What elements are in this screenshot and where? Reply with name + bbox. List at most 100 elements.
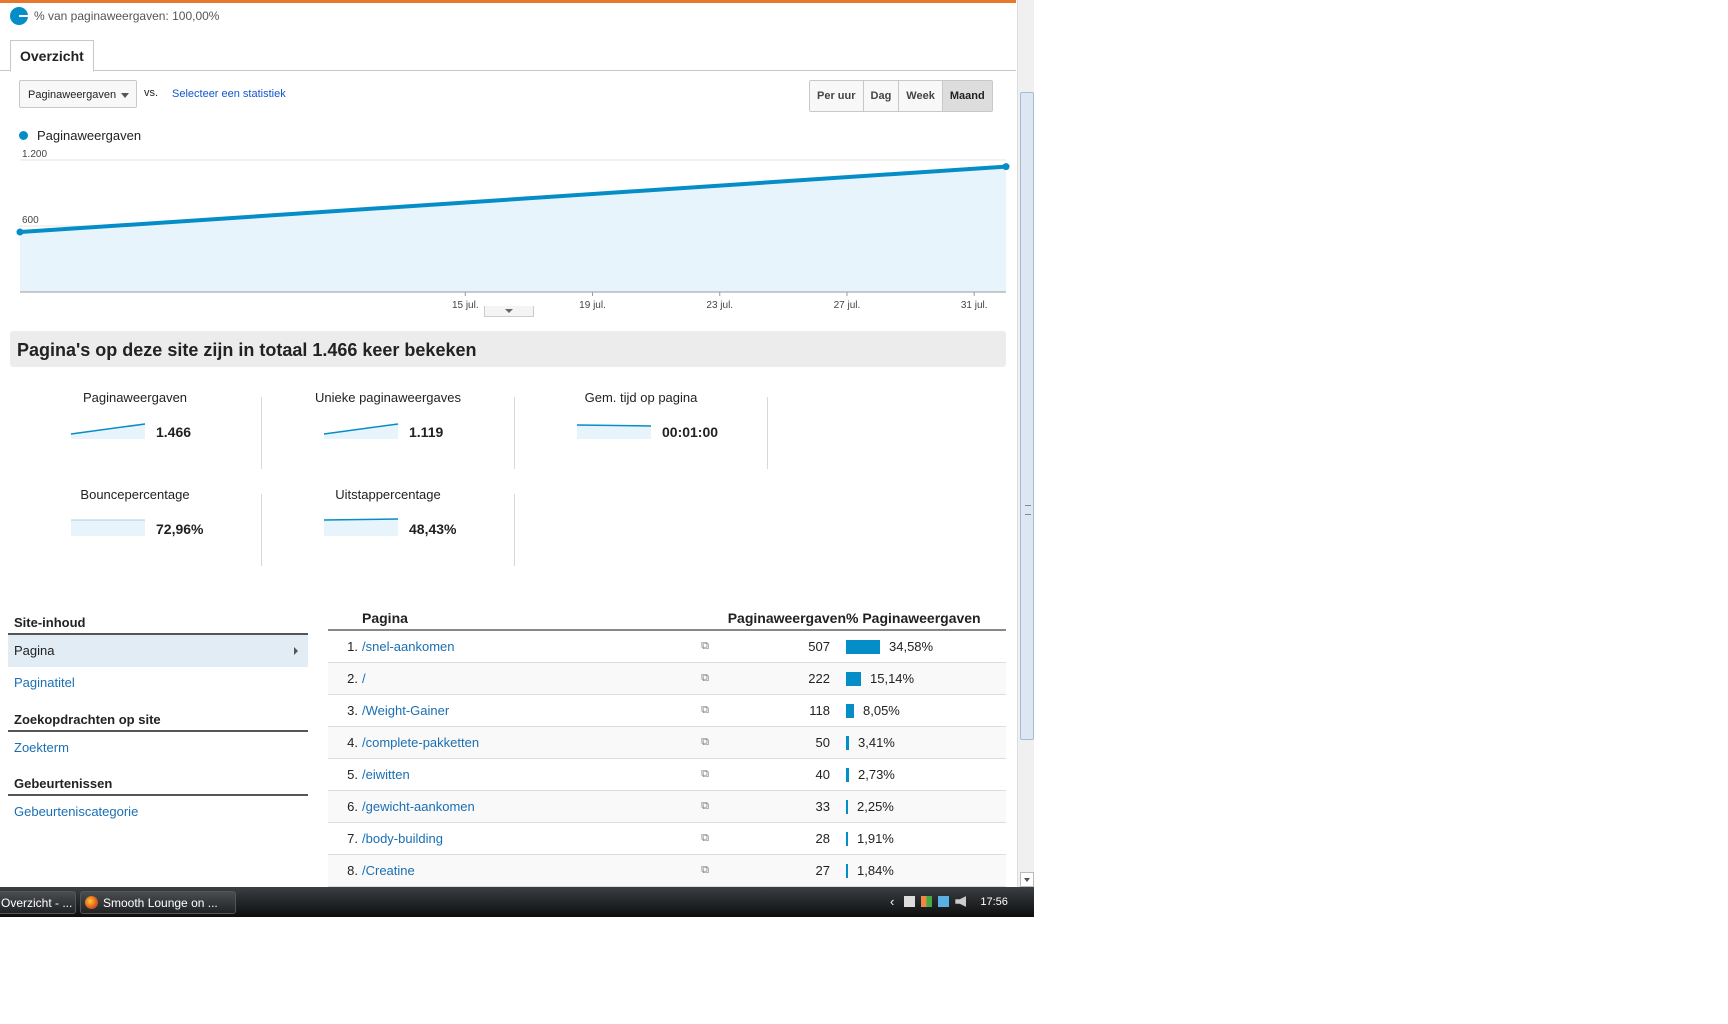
period-maand-button[interactable]: Maand: [941, 81, 992, 111]
row-pct: 1,91%: [857, 830, 894, 846]
period-week-button[interactable]: Week: [898, 81, 942, 111]
system-tray: ‹ 17:56: [890, 894, 1008, 909]
period-dag-button[interactable]: Dag: [862, 81, 899, 111]
row-pct-cell: 2,73%: [846, 758, 1006, 791]
table-row: 7./body-building ⧉ 28 1,91%: [328, 822, 1006, 855]
pct-bar: [846, 864, 848, 879]
row-page-link[interactable]: /body-building: [362, 831, 443, 846]
table-row: 6./gewicht-aankomen ⧉ 33 2,25%: [328, 790, 1006, 823]
row-page-link[interactable]: /eiwitten: [362, 767, 410, 782]
external-link-icon[interactable]: ⧉: [690, 630, 720, 663]
stat-label: Gem. tijd op pagina: [584, 390, 698, 405]
row-pct: 15,14%: [870, 670, 915, 686]
row-pct-cell: 3,41%: [846, 726, 1006, 759]
scrollbar-thumb[interactable]: [1020, 92, 1034, 740]
volume-icon[interactable]: [955, 896, 967, 907]
sidebar-item-paginatitel[interactable]: Paginatitel: [8, 667, 308, 699]
y-tick-label: 1.200: [22, 150, 47, 160]
row-page-link[interactable]: /snel-aankomen: [362, 639, 455, 654]
vs-label: vs.: [144, 87, 159, 99]
row-views: 28: [720, 822, 846, 855]
tray-flag-icon[interactable]: [921, 896, 933, 907]
taskbar-item-overzicht[interactable]: Overzicht - ...: [0, 891, 76, 914]
sidebar-item-pagina[interactable]: Pagina: [8, 635, 308, 667]
row-views: 118: [720, 694, 846, 727]
col-pct-header[interactable]: % Paginaweergaven: [846, 607, 1006, 631]
stat-divider: [261, 494, 262, 566]
row-page-cell: /body-building: [362, 822, 690, 855]
row-rank: 5.: [328, 758, 362, 791]
row-page-link[interactable]: /: [362, 671, 366, 686]
area-fill: [20, 166, 1006, 292]
segment-header: % van paginaweergaven: 100,00%: [10, 6, 219, 26]
row-pct: 3,41%: [858, 734, 895, 750]
metric-select[interactable]: Paginaweergaven: [19, 80, 137, 108]
sidebar-site-inhoud: Site-inhoud Pagina Paginatitel: [8, 613, 308, 699]
external-link-icon[interactable]: ⧉: [690, 854, 720, 887]
stat-divider: [514, 494, 515, 566]
sparkline-flat: [323, 518, 399, 536]
row-pct-cell: 1,91%: [846, 822, 1006, 855]
row-page-link[interactable]: /complete-pakketten: [362, 735, 479, 750]
row-page-cell: /gewicht-aankomen: [362, 790, 690, 823]
external-link-icon[interactable]: ⧉: [690, 758, 720, 791]
taskbar-item-firefox[interactable]: Smooth Lounge on ...: [80, 891, 236, 914]
select-statistic-link[interactable]: Selecteer een statistiek: [172, 88, 286, 100]
row-views: 50: [720, 726, 846, 759]
row-page-link[interactable]: /gewicht-aankomen: [362, 799, 475, 814]
row-page-link[interactable]: /Weight-Gainer: [362, 703, 449, 718]
sparkline-flat: [576, 424, 652, 439]
stat-value: 1.466: [156, 424, 192, 440]
network-icon[interactable]: [938, 896, 950, 907]
tab-overzicht[interactable]: Overzicht: [10, 40, 94, 72]
col-views-header[interactable]: Paginaweergaven: [720, 607, 846, 631]
sidebar-item-zoekterm[interactable]: Zoekterm: [8, 732, 308, 764]
row-views: 222: [720, 662, 846, 695]
row-page-cell: /Creatine: [362, 854, 690, 887]
stat-uitstappercentage: Uitstappercentage 48,43%: [263, 487, 513, 557]
table-row: 1./snel-aankomen ⧉ 507 34,58%: [328, 630, 1006, 663]
row-pct-cell: 1,84%: [846, 854, 1006, 887]
taskbar: Overzicht - ... Smooth Lounge on ...: [0, 887, 1034, 917]
sidebar-item-gebeurteniscategorie[interactable]: Gebeurteniscategorie: [8, 796, 308, 828]
stat-gem-tijd-op-pagina: Gem. tijd op pagina 00:01:00: [516, 390, 766, 460]
vertical-scrollbar[interactable]: [1017, 0, 1034, 887]
scroll-down-button[interactable]: [1020, 872, 1034, 887]
clock[interactable]: 17:56: [980, 896, 1008, 908]
data-point: [1002, 163, 1010, 171]
row-page-link[interactable]: /Creatine: [362, 863, 415, 878]
chart-collapse-handle[interactable]: [484, 306, 534, 317]
stat-value: 72,96%: [156, 521, 204, 537]
tray-app-icon[interactable]: [904, 896, 916, 907]
stat-label: Paginaweergaven: [82, 390, 188, 405]
x-tick-label: 23 jul.: [706, 300, 733, 310]
row-rank: 4.: [328, 726, 362, 759]
period-per-uur-button[interactable]: Per uur: [810, 81, 863, 111]
stat-value: 48,43%: [409, 521, 457, 537]
row-pct: 34,58%: [889, 638, 934, 654]
summary-bar: Pagina's op deze site zijn in totaal 1.4…: [10, 331, 1006, 367]
pct-bar: [846, 768, 849, 783]
row-rank: 1.: [328, 630, 362, 663]
col-rank: [328, 607, 362, 631]
data-point: [16, 228, 24, 236]
sidebar-gebeurtenissen: Gebeurtenissen Gebeurteniscategorie: [8, 774, 308, 828]
stat-label: Uitstappercentage: [335, 487, 441, 502]
chevron-left-icon[interactable]: ‹: [890, 894, 894, 909]
row-page-cell: /Weight-Gainer: [362, 694, 690, 727]
external-link-icon[interactable]: ⧉: [690, 790, 720, 823]
external-link-icon[interactable]: ⧉: [690, 694, 720, 727]
pct-bar: [846, 800, 848, 815]
pct-bar: [846, 832, 848, 847]
pie-chart-icon: [10, 7, 28, 25]
external-link-icon[interactable]: ⧉: [690, 726, 720, 759]
external-link-icon[interactable]: ⧉: [690, 662, 720, 695]
chevron-down-icon: [121, 93, 129, 98]
external-link-icon[interactable]: ⧉: [690, 822, 720, 855]
row-views: 40: [720, 758, 846, 791]
sidebar-section-title: Site-inhoud: [8, 613, 308, 635]
sidebar-section-title: Zoekopdrachten op site: [8, 710, 308, 732]
stat-bouncepercentage: Bouncepercentage 72,96%: [10, 487, 260, 557]
metric-select-value: Paginaweergaven: [28, 89, 117, 101]
row-page-cell: /snel-aankomen: [362, 630, 690, 663]
